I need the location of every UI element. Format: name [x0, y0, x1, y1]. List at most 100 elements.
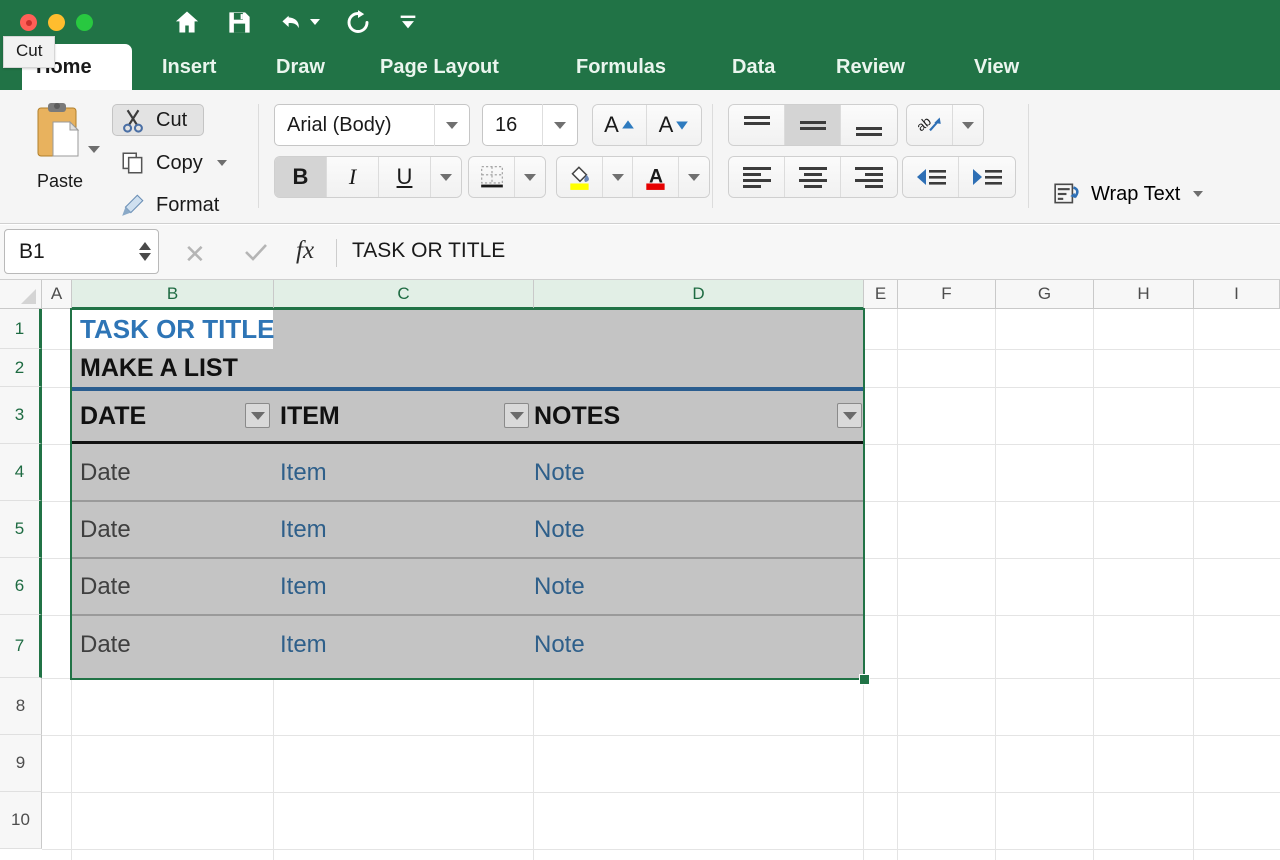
- cell-b4-date[interactable]: Date: [80, 444, 131, 501]
- row-header-10[interactable]: 10: [0, 792, 42, 849]
- customize-toolbar-icon[interactable]: [396, 11, 420, 33]
- increase-font-size-button[interactable]: A: [593, 105, 647, 145]
- select-all-button[interactable]: [0, 280, 42, 309]
- cell-d7-note[interactable]: Note: [534, 615, 585, 675]
- redo-icon[interactable]: [344, 9, 372, 36]
- cell-c5-item[interactable]: Item: [280, 501, 327, 558]
- paste-dropdown-caret[interactable]: [88, 146, 100, 153]
- close-window-button[interactable]: [20, 14, 37, 31]
- wrap-text-button[interactable]: Wrap Text: [1052, 180, 1203, 208]
- minimize-window-button[interactable]: [48, 14, 65, 31]
- tab-draw[interactable]: Draw: [262, 44, 339, 90]
- tab-view[interactable]: View: [960, 44, 1033, 90]
- tab-page-layout[interactable]: Page Layout: [366, 44, 513, 90]
- increase-indent-button[interactable]: [959, 157, 1015, 197]
- font-color-button[interactable]: A: [633, 157, 679, 197]
- cell-c6-item[interactable]: Item: [280, 558, 327, 615]
- cell-c7-item[interactable]: Item: [280, 615, 327, 675]
- font-family-dropdown-icon[interactable]: [435, 122, 469, 129]
- font-size-dropdown-icon[interactable]: [543, 122, 577, 129]
- column-header-i[interactable]: I: [1194, 280, 1280, 309]
- borders-button[interactable]: [469, 157, 515, 197]
- column-header-h[interactable]: H: [1094, 280, 1194, 309]
- text-orientation-dropdown-caret[interactable]: [953, 105, 983, 145]
- fill-color-button[interactable]: [557, 157, 603, 197]
- cell-c4-item[interactable]: Item: [280, 444, 327, 501]
- filter-item-button[interactable]: [504, 403, 529, 428]
- cell-b3-header-date[interactable]: DATE: [80, 391, 146, 441]
- tab-formulas[interactable]: Formulas: [562, 44, 680, 90]
- name-box[interactable]: B1: [4, 229, 159, 274]
- borders-dropdown-caret[interactable]: [515, 157, 545, 197]
- row-header-2[interactable]: 2: [0, 349, 42, 387]
- maximize-window-button[interactable]: [76, 14, 93, 31]
- column-header-c[interactable]: C: [274, 280, 534, 309]
- cell-c3-header-item[interactable]: ITEM: [280, 391, 340, 441]
- cut-label: Cut: [156, 109, 187, 132]
- filter-date-button[interactable]: [245, 403, 270, 428]
- decrease-font-size-button[interactable]: A: [647, 105, 701, 145]
- cell-b1-title[interactable]: TASK OR TITLE: [80, 310, 275, 349]
- save-icon[interactable]: [226, 9, 253, 36]
- paste-label: Paste: [18, 171, 102, 192]
- italic-button[interactable]: I: [327, 157, 379, 197]
- valign-middle-button[interactable]: [785, 105, 841, 145]
- align-right-button[interactable]: [841, 157, 897, 197]
- copy-dropdown-caret[interactable]: [217, 160, 227, 166]
- cancel-formula-icon[interactable]: ✕: [184, 239, 206, 270]
- fill-handle[interactable]: [859, 674, 870, 685]
- cell-b6-date[interactable]: Date: [80, 558, 131, 615]
- underline-dropdown-caret[interactable]: [431, 157, 461, 197]
- valign-bottom-button[interactable]: [841, 105, 897, 145]
- tab-review[interactable]: Review: [822, 44, 919, 90]
- undo-icon[interactable]: [277, 9, 320, 36]
- cell-d4-note[interactable]: Note: [534, 444, 585, 501]
- filter-notes-button[interactable]: [837, 403, 862, 428]
- column-header-a[interactable]: A: [42, 280, 72, 309]
- header-bottom-rule: [72, 441, 863, 444]
- text-orientation-button[interactable]: ab: [907, 105, 953, 145]
- font-size-select[interactable]: 16: [482, 104, 578, 146]
- format-painter-button[interactable]: Format: [112, 189, 227, 221]
- copy-button[interactable]: Copy: [112, 147, 235, 179]
- row-header-7[interactable]: 7: [0, 615, 42, 678]
- font-color-dropdown-caret[interactable]: [679, 157, 709, 197]
- row-header-5[interactable]: 5: [0, 501, 42, 558]
- wrap-text-dropdown-caret[interactable]: [1193, 191, 1203, 197]
- font-family-select[interactable]: Arial (Body): [274, 104, 470, 146]
- fill-color-dropdown-caret[interactable]: [603, 157, 633, 197]
- row-header-8[interactable]: 8: [0, 678, 42, 735]
- cell-d3-header-notes[interactable]: NOTES: [534, 391, 620, 441]
- home-icon[interactable]: [172, 8, 202, 36]
- tab-data[interactable]: Data: [718, 44, 789, 90]
- cell-b5-date[interactable]: Date: [80, 501, 131, 558]
- cell-area[interactable]: TASK OR TITLE MAKE A LIST DATE ITEM NOTE…: [42, 309, 1280, 860]
- align-center-button[interactable]: [785, 157, 841, 197]
- column-header-g[interactable]: G: [996, 280, 1094, 309]
- row-header-4[interactable]: 4: [0, 444, 42, 501]
- align-left-button[interactable]: [729, 157, 785, 197]
- row-header-6[interactable]: 6: [0, 558, 42, 615]
- row-header-3[interactable]: 3: [0, 387, 42, 444]
- cell-d6-note[interactable]: Note: [534, 558, 585, 615]
- column-header-e[interactable]: E: [864, 280, 898, 309]
- cell-b2-subtitle[interactable]: MAKE A LIST: [80, 349, 238, 387]
- bold-button[interactable]: B: [275, 157, 327, 197]
- column-header-b[interactable]: B: [72, 280, 274, 309]
- column-header-f[interactable]: F: [898, 280, 996, 309]
- undo-dropdown-caret[interactable]: [310, 19, 320, 25]
- row-header-9[interactable]: 9: [0, 735, 42, 792]
- underline-button[interactable]: U: [379, 157, 431, 197]
- cut-button[interactable]: Cut: [112, 104, 204, 136]
- row-header-1[interactable]: 1: [0, 309, 42, 349]
- formula-input[interactable]: TASK OR TITLE: [352, 239, 505, 263]
- insert-function-icon[interactable]: fx: [296, 237, 314, 265]
- valign-top-button[interactable]: [729, 105, 785, 145]
- name-box-stepper[interactable]: [132, 242, 158, 261]
- confirm-formula-icon[interactable]: [242, 240, 270, 269]
- tab-insert[interactable]: Insert: [148, 44, 230, 90]
- decrease-indent-button[interactable]: [903, 157, 959, 197]
- column-header-d[interactable]: D: [534, 280, 864, 309]
- cell-b7-date[interactable]: Date: [80, 615, 131, 675]
- cell-d5-note[interactable]: Note: [534, 501, 585, 558]
